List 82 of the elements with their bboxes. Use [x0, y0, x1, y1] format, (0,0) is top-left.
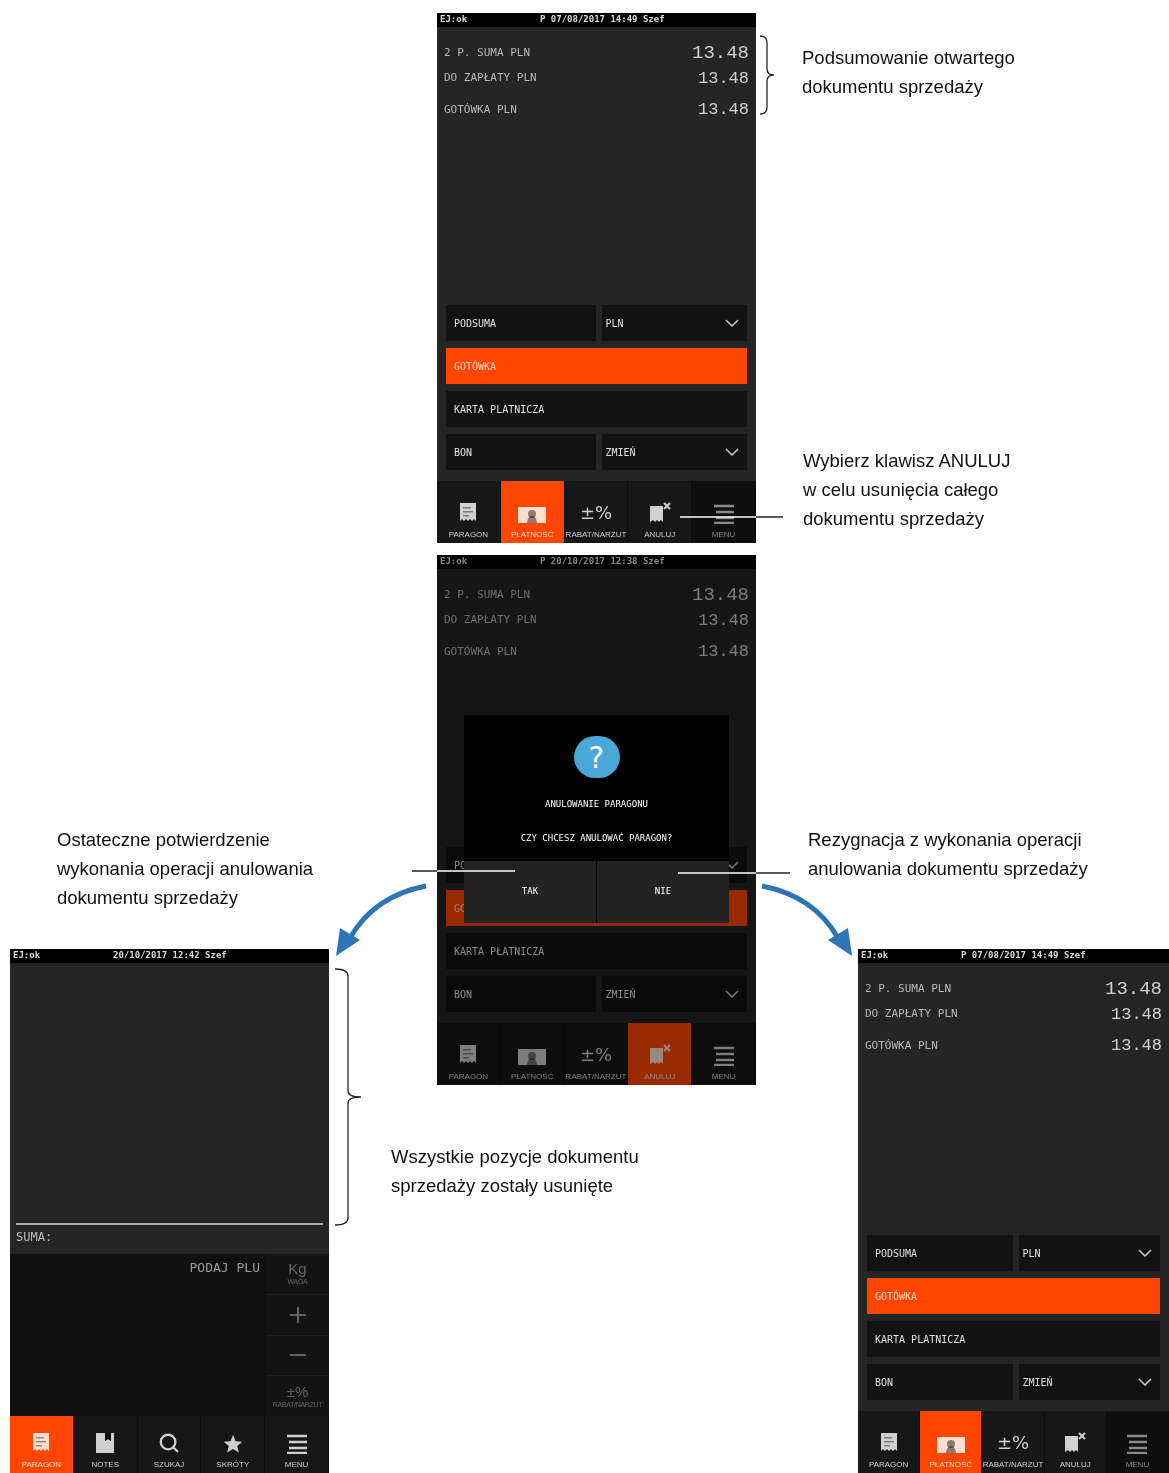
- dialog-message: CZY CHCESZ ANULOWAĆ PARAGON?: [520, 831, 673, 845]
- summary-value: 13.48: [1111, 1035, 1162, 1058]
- summary-label: 2 P. SUMA PLN: [865, 981, 952, 998]
- payment-button[interactable]: KARTA PLATNICZA: [867, 1321, 1160, 1357]
- dropdown[interactable]: PLN: [601, 305, 747, 341]
- summary-value: 13.48: [1111, 1003, 1162, 1026]
- chevron-down-icon: [1138, 1378, 1152, 1386]
- status-text: EJ:ok: [13, 949, 42, 963]
- annotation-text: Rezygnacja z wykonania operacji anulowania dokumentu sprzedaży: [808, 828, 1088, 881]
- payment-button[interactable]: PODSUMA: [446, 305, 596, 341]
- payment-button[interactable]: BON: [446, 976, 596, 1012]
- dialog-title: ANULOWANIE PARAGONU: [545, 798, 648, 811]
- payment-button[interactable]: KARTA PŁATNICZA: [446, 933, 747, 969]
- plus-icon: [289, 1306, 306, 1323]
- menu-icon: [712, 504, 735, 524]
- receipt-icon: [31, 1432, 52, 1454]
- nav-button[interactable]: ±% RABAT/NARZUT: [564, 481, 629, 543]
- menu-icon: [285, 1434, 308, 1454]
- banknote-icon: [517, 1048, 548, 1066]
- minus-icon: [289, 1354, 306, 1357]
- question-icon: ?: [573, 736, 620, 778]
- summary-label: 2 P. SUMA PLN: [444, 45, 531, 62]
- menu-icon: [1126, 1434, 1149, 1454]
- status-date: P 20/10/2017 12:38 Szef: [540, 555, 665, 569]
- dropdown[interactable]: ZMIEŃ: [1018, 1364, 1160, 1400]
- status-date: P 07/08/2017 14:49 Szef: [540, 13, 665, 27]
- percent-sign: ±%: [579, 502, 613, 524]
- payment-button[interactable]: BON: [446, 434, 596, 470]
- annotation-text: Wybierz klawisz ANULUJ w celu usunięcia całego dokumentu sprzedaży: [803, 449, 1011, 531]
- summary-value: 13.48: [698, 99, 749, 122]
- dialog-button[interactable]: TAK: [464, 861, 596, 923]
- nav-button[interactable]: ±% RABAT/NARZUT: [564, 1023, 629, 1085]
- payment-button[interactable]: KARTA PLATNICZA: [446, 391, 747, 427]
- summary-label: 2 P. SUMA PLN: [444, 587, 531, 604]
- dropdown[interactable]: PLN: [1018, 1235, 1160, 1271]
- star-icon: [222, 1434, 243, 1454]
- dropdown[interactable]: ZMIEŃ: [601, 434, 747, 470]
- summary-label: DO ZAPŁATY PLN: [444, 70, 537, 87]
- banknote-icon: [517, 506, 548, 524]
- chevron-down-icon: [725, 990, 739, 998]
- bookmark-icon: [95, 1432, 116, 1454]
- side-key[interactable]: [266, 1294, 329, 1335]
- chevron-down-icon: [725, 319, 739, 327]
- chevron-down-icon: [725, 448, 739, 456]
- banknote-icon: [935, 1436, 966, 1454]
- payment-button[interactable]: PODSUMA: [867, 1235, 1013, 1271]
- summary-label: GOTÓWKA PLN: [444, 643, 517, 660]
- plu-prompt: PODAJ PLU: [189, 1259, 260, 1277]
- summary-value: 13.48: [698, 641, 749, 664]
- receipt-x-icon: [1063, 1432, 1088, 1454]
- search-icon: [158, 1432, 180, 1454]
- status-text: EJ:ok: [440, 13, 469, 27]
- summary-value: 13.48: [692, 41, 749, 67]
- receipt-x-icon: [647, 502, 672, 524]
- status-date: 20/10/2017 12:42 Szef: [113, 949, 227, 963]
- receipt-icon: [878, 1432, 899, 1454]
- summary-label: DO ZAPŁATY PLN: [444, 612, 537, 629]
- receipt-icon: [458, 502, 479, 524]
- status-text: EJ:ok: [440, 555, 469, 569]
- percent-sign: ±%: [579, 1044, 613, 1066]
- receipt-icon: [458, 1044, 479, 1066]
- summary-value: 13.48: [698, 67, 749, 90]
- summary-label: GOTÓWKA PLN: [865, 1037, 938, 1054]
- summary-label: DO ZAPŁATY PLN: [865, 1006, 958, 1023]
- summary-value: 13.48: [698, 609, 749, 632]
- annotation-text: Ostateczne potwierdzenie wykonania operacji anulowania dokumentu sprzedaży: [57, 828, 314, 910]
- annotation-text: Wszystkie pozycje dokumentu sprzedaży zostały usunięte: [391, 1145, 639, 1198]
- nav-button[interactable]: ±% RABAT/NARZUT: [982, 1411, 1045, 1473]
- summary-label: GOTÓWKA PLN: [444, 101, 517, 118]
- chevron-down-icon: [1138, 1249, 1152, 1257]
- summary-value: 13.48: [1105, 977, 1162, 1003]
- payment-button[interactable]: BON: [867, 1364, 1013, 1400]
- status-date: P 07/08/2017 14:49 Szef: [961, 949, 1086, 963]
- total-label: SUMA:: [16, 1229, 54, 1246]
- status-text: EJ:ok: [861, 949, 890, 963]
- percent-sign: ±%: [996, 1432, 1030, 1454]
- menu-icon: [712, 1046, 735, 1066]
- receipt-x-icon: [647, 1044, 672, 1066]
- dropdown[interactable]: ZMIEŃ: [601, 976, 747, 1012]
- dialog-button[interactable]: NIE: [597, 861, 729, 923]
- summary-value: 13.48: [692, 583, 749, 609]
- annotation-text: Podsumowanie otwartego dokumentu sprzedaży: [802, 46, 1015, 99]
